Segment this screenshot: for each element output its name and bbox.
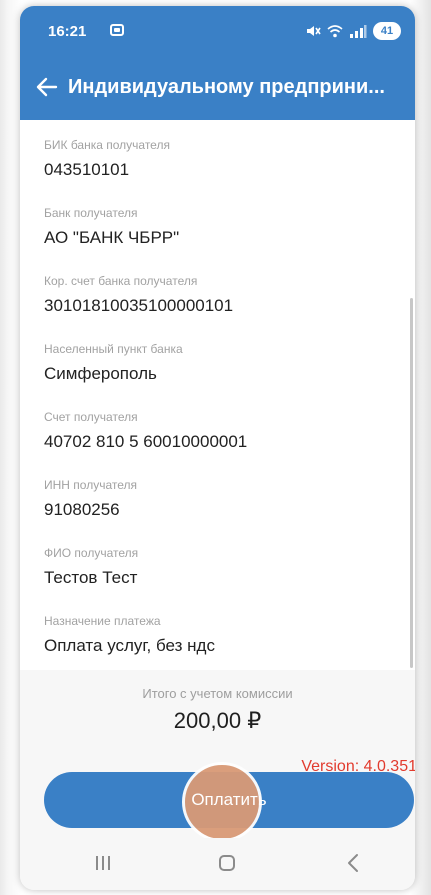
field-value: 043510101 <box>44 160 130 179</box>
status-time: 16:21 <box>48 23 87 40</box>
field-value: АО "БАНК ЧБРР" <box>44 228 180 247</box>
field-value: 30101810035100000101 <box>44 296 234 315</box>
recent-apps-icon[interactable] <box>94 854 112 872</box>
pay-button[interactable]: Оплатить <box>44 762 414 842</box>
field-bank: Банк получателя АО "БАНК ЧБРР" <box>44 206 179 248</box>
system-nav-bar <box>20 838 415 890</box>
app-bar: Индивидуальному предприни... <box>20 56 415 120</box>
status-bar: 16:21 41 <box>20 6 415 56</box>
field-value: Симферополь <box>44 364 157 383</box>
field-label: Банк получателя <box>44 206 138 220</box>
scrollbar[interactable] <box>410 298 413 668</box>
field-inn: ИНН получателя 91080256 <box>44 478 137 520</box>
battery-icon: 41 <box>373 22 401 40</box>
nav-back-icon[interactable] <box>344 853 362 873</box>
field-label: Счет получателя <box>44 410 138 424</box>
home-icon[interactable] <box>219 855 235 871</box>
field-value: 40702 810 5 60010000001 <box>44 432 248 451</box>
field-label: ФИО получателя <box>44 546 139 560</box>
page-title: Индивидуальному предприни... <box>68 76 385 98</box>
field-corr-account: Кор. счет банка получателя 3010181003510… <box>44 274 233 316</box>
screen-record-icon <box>110 24 124 36</box>
total-amount: 200,00 ₽ <box>173 708 262 733</box>
back-arrow-icon[interactable] <box>36 76 58 98</box>
field-label: ИНН получателя <box>44 478 137 492</box>
field-label: Населенный пункт банка <box>44 342 183 356</box>
pay-button-label: Оплатить <box>191 790 267 809</box>
field-value: Оплата услуг, без ндс <box>44 636 215 655</box>
field-value: Тестов Тест <box>44 568 138 587</box>
field-label: Кор. счет банка получателя <box>44 274 198 288</box>
field-bik: БИК банка получателя 043510101 <box>44 138 170 180</box>
field-label: БИК банка получателя <box>44 138 170 152</box>
field-recipient-name: ФИО получателя Тестов Тест <box>44 546 138 588</box>
field-value: 91080256 <box>44 500 120 519</box>
wifi-icon <box>327 25 343 38</box>
field-label: Назначение платежа <box>44 614 161 628</box>
phone-screen: 16:21 41 Индивидуальному предприни... БИ… <box>20 6 415 890</box>
field-recipient-account: Счет получателя 40702 810 5 60010000001 <box>44 410 247 452</box>
signal-icon <box>350 25 367 38</box>
field-payment-purpose: Назначение платежа Оплата услуг, без ндс <box>44 614 215 656</box>
field-bank-city: Населенный пункт банка Симферополь <box>44 342 183 384</box>
status-icons: 41 <box>305 21 401 41</box>
mute-icon <box>307 26 321 36</box>
payment-details: БИК банка получателя 043510101 Банк полу… <box>20 120 415 670</box>
total-label: Итого с учетом комиссии <box>142 686 293 701</box>
